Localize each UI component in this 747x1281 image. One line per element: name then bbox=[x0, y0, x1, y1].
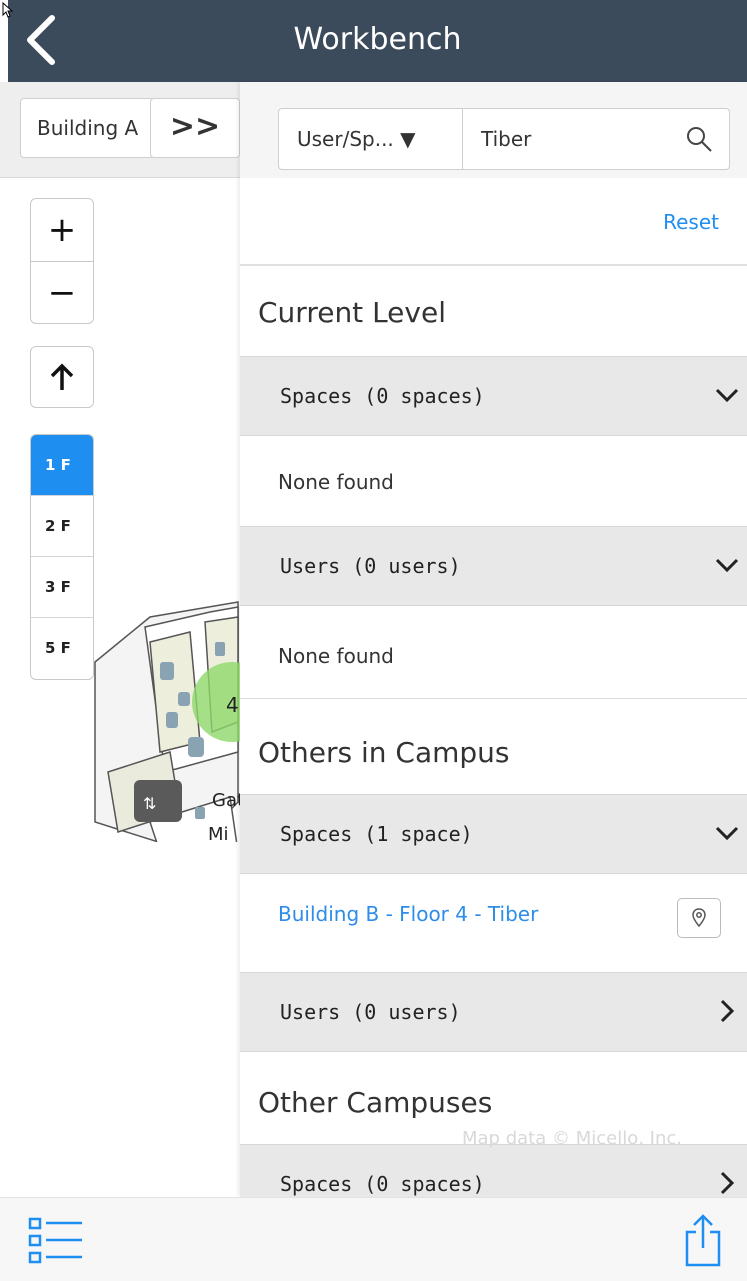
current-spaces-group[interactable]: Spaces (0 spaces) bbox=[240, 356, 747, 436]
map-view[interactable]: Building A >> 4 ⇅ Gateshead Mi + − bbox=[0, 82, 240, 1197]
floor-1f[interactable]: 1 F bbox=[31, 435, 93, 496]
search-icon[interactable] bbox=[685, 125, 713, 153]
map-toolbar: Building A >> bbox=[0, 82, 240, 178]
section-current-level: Current Level bbox=[258, 296, 446, 329]
search-field[interactable] bbox=[462, 108, 730, 170]
space-result-link[interactable]: Building B - Floor 4 - Tiber bbox=[278, 902, 538, 926]
chevron-down-icon bbox=[715, 558, 739, 573]
share-icon[interactable] bbox=[683, 1212, 723, 1268]
map-pin-icon bbox=[692, 908, 706, 928]
divider bbox=[240, 264, 747, 266]
building-selector[interactable]: Building A bbox=[20, 98, 154, 158]
map-label-area1: Gateshead bbox=[212, 790, 240, 811]
zoom-out-button[interactable]: − bbox=[31, 261, 93, 323]
section-other-campuses: Other Campuses bbox=[258, 1086, 493, 1119]
chevron-right-icon bbox=[720, 1171, 735, 1195]
section-others-in-campus: Others in Campus bbox=[258, 736, 510, 769]
level-up-button[interactable] bbox=[30, 346, 94, 408]
locate-button[interactable] bbox=[677, 898, 721, 938]
map-attribution: Map data © Micello, Inc. bbox=[462, 1128, 682, 1149]
floor-2f[interactable]: 2 F bbox=[31, 496, 93, 557]
arrow-up-icon bbox=[50, 363, 74, 390]
search-results-panel: User/Sp... ▼ Reset Current Level Spaces … bbox=[240, 82, 747, 1197]
group-label: Users (0 users) bbox=[280, 554, 461, 578]
other-campus-spaces-group[interactable]: Spaces (0 spaces) bbox=[240, 1144, 747, 1197]
search-bar: User/Sp... ▼ bbox=[240, 82, 747, 178]
chevron-down-icon bbox=[715, 826, 739, 841]
empty-message: None found bbox=[278, 470, 394, 494]
bottom-toolbar bbox=[0, 1197, 747, 1281]
group-label: Users (0 users) bbox=[280, 1000, 461, 1024]
reset-button[interactable]: Reset bbox=[663, 210, 719, 234]
map-label-area2: Mi bbox=[208, 824, 229, 842]
mouse-cursor-icon bbox=[2, 2, 14, 18]
campus-spaces-group[interactable]: Spaces (1 space) bbox=[240, 794, 747, 874]
expand-panel-button[interactable]: >> bbox=[150, 98, 240, 158]
floor-5f[interactable]: 5 F bbox=[31, 618, 93, 679]
zoom-controls: + − bbox=[30, 198, 94, 324]
group-label: Spaces (1 space) bbox=[280, 822, 473, 846]
floor-selector: 1 F 2 F 3 F 5 F bbox=[30, 434, 94, 680]
group-label: Spaces (0 spaces) bbox=[280, 1172, 485, 1196]
campus-users-group[interactable]: Users (0 users) bbox=[240, 972, 747, 1052]
chevron-right-icon bbox=[720, 999, 735, 1023]
empty-message: None found bbox=[278, 644, 394, 668]
elevator-icon bbox=[134, 780, 182, 822]
page-title: Workbench bbox=[293, 22, 462, 57]
search-type-dropdown[interactable]: User/Sp... ▼ bbox=[278, 108, 464, 170]
search-input[interactable] bbox=[481, 109, 671, 169]
group-label: Spaces (0 spaces) bbox=[280, 384, 485, 408]
divider bbox=[240, 698, 747, 699]
app-header: Workbench bbox=[8, 0, 747, 82]
list-icon[interactable] bbox=[28, 1216, 84, 1266]
chevron-down-icon bbox=[715, 388, 739, 403]
floor-3f[interactable]: 3 F bbox=[31, 557, 93, 618]
current-users-group[interactable]: Users (0 users) bbox=[240, 526, 747, 606]
cluster-count: 4 bbox=[226, 693, 239, 717]
svg-text:⇅: ⇅ bbox=[143, 794, 156, 813]
zoom-in-button[interactable]: + bbox=[31, 199, 93, 261]
